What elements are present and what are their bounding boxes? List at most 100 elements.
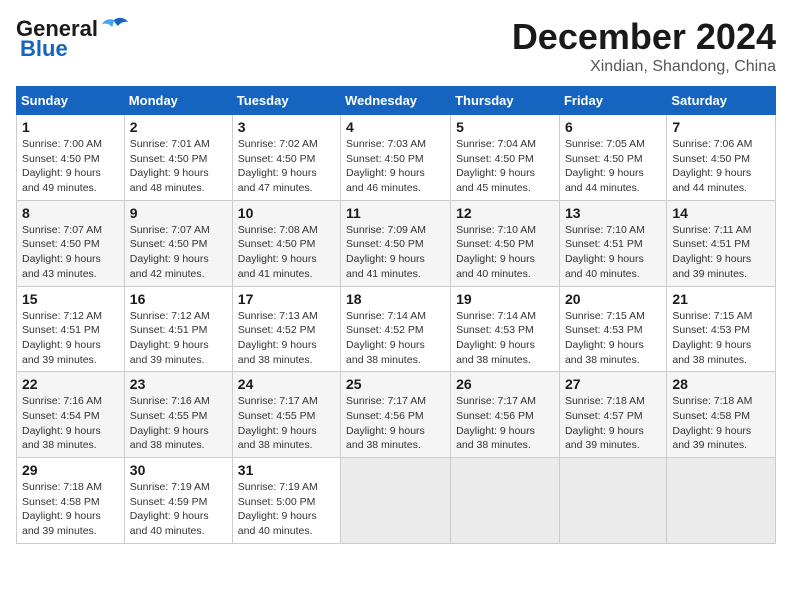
day-detail: Sunrise: 7:17 AMSunset: 4:56 PMDaylight:…	[346, 394, 445, 453]
day-number: 16	[130, 291, 227, 307]
calendar-cell	[559, 458, 666, 544]
calendar-cell: 7 Sunrise: 7:06 AMSunset: 4:50 PMDaylight…	[667, 115, 776, 201]
day-detail: Sunrise: 7:14 AMSunset: 4:52 PMDaylight:…	[346, 309, 445, 368]
day-number: 20	[565, 291, 661, 307]
calendar-cell: 9 Sunrise: 7:07 AMSunset: 4:50 PMDaylight…	[124, 200, 232, 286]
day-number: 27	[565, 376, 661, 392]
day-number: 8	[22, 205, 119, 221]
calendar-cell: 5 Sunrise: 7:04 AMSunset: 4:50 PMDaylight…	[451, 115, 560, 201]
day-number: 6	[565, 119, 661, 135]
calendar-cell: 3 Sunrise: 7:02 AMSunset: 4:50 PMDaylight…	[232, 115, 340, 201]
day-detail: Sunrise: 7:07 AMSunset: 4:50 PMDaylight:…	[130, 223, 227, 282]
logo-text-blue: Blue	[20, 36, 68, 62]
day-detail: Sunrise: 7:11 AMSunset: 4:51 PMDaylight:…	[672, 223, 770, 282]
weekday-header-sunday: Sunday	[17, 87, 125, 115]
calendar-cell: 24Sunrise: 7:17 AMSunset: 4:55 PMDayligh…	[232, 372, 340, 458]
calendar-cell: 31 Sunrise: 7:19 AMSunset: 5:00 PMDayligh…	[232, 458, 340, 544]
calendar-cell: 1 Sunrise: 7:00 AMSunset: 4:50 PMDaylight…	[17, 115, 125, 201]
calendar-cell: 11 Sunrise: 7:09 AMSunset: 4:50 PMDayligh…	[341, 200, 451, 286]
calendar-cell: 8 Sunrise: 7:07 AMSunset: 4:50 PMDaylight…	[17, 200, 125, 286]
calendar-cell	[451, 458, 560, 544]
calendar-cell: 18 Sunrise: 7:14 AMSunset: 4:52 PMDayligh…	[341, 286, 451, 372]
day-detail: Sunrise: 7:12 AMSunset: 4:51 PMDaylight:…	[130, 309, 227, 368]
calendar-cell: 21 Sunrise: 7:15 AMSunset: 4:53 PMDayligh…	[667, 286, 776, 372]
logo: General Blue	[16, 16, 128, 62]
day-number: 14	[672, 205, 770, 221]
day-number: 29	[22, 462, 119, 478]
weekday-header-monday: Monday	[124, 87, 232, 115]
day-number: 25	[346, 376, 445, 392]
day-detail: Sunrise: 7:07 AMSunset: 4:50 PMDaylight:…	[22, 223, 119, 282]
calendar-table: SundayMondayTuesdayWednesdayThursdayFrid…	[16, 86, 776, 544]
day-detail: Sunrise: 7:15 AMSunset: 4:53 PMDaylight:…	[672, 309, 770, 368]
day-number: 24	[238, 376, 335, 392]
day-number: 5	[456, 119, 554, 135]
day-number: 2	[130, 119, 227, 135]
calendar-cell: 6 Sunrise: 7:05 AMSunset: 4:50 PMDaylight…	[559, 115, 666, 201]
calendar-week-row: 8 Sunrise: 7:07 AMSunset: 4:50 PMDaylight…	[17, 200, 776, 286]
calendar-cell: 13 Sunrise: 7:10 AMSunset: 4:51 PMDayligh…	[559, 200, 666, 286]
day-detail: Sunrise: 7:10 AMSunset: 4:50 PMDaylight:…	[456, 223, 554, 282]
header: General Blue December 2024 Xindian, Shan…	[16, 16, 776, 76]
day-detail: Sunrise: 7:18 AMSunset: 4:58 PMDaylight:…	[22, 480, 119, 539]
day-detail: Sunrise: 7:08 AMSunset: 4:50 PMDaylight:…	[238, 223, 335, 282]
day-detail: Sunrise: 7:18 AMSunset: 4:57 PMDaylight:…	[565, 394, 661, 453]
calendar-cell	[667, 458, 776, 544]
day-number: 15	[22, 291, 119, 307]
day-number: 4	[346, 119, 445, 135]
day-number: 11	[346, 205, 445, 221]
day-detail: Sunrise: 7:06 AMSunset: 4:50 PMDaylight:…	[672, 137, 770, 196]
day-number: 13	[565, 205, 661, 221]
calendar-cell: 10Sunrise: 7:08 AMSunset: 4:50 PMDayligh…	[232, 200, 340, 286]
day-detail: Sunrise: 7:10 AMSunset: 4:51 PMDaylight:…	[565, 223, 661, 282]
day-number: 18	[346, 291, 445, 307]
calendar-cell	[341, 458, 451, 544]
day-detail: Sunrise: 7:12 AMSunset: 4:51 PMDaylight:…	[22, 309, 119, 368]
day-number: 31	[238, 462, 335, 478]
day-number: 21	[672, 291, 770, 307]
weekday-header-thursday: Thursday	[451, 87, 560, 115]
day-detail: Sunrise: 7:09 AMSunset: 4:50 PMDaylight:…	[346, 223, 445, 282]
calendar-week-row: 29 Sunrise: 7:18 AMSunset: 4:58 PMDayligh…	[17, 458, 776, 544]
day-number: 3	[238, 119, 335, 135]
calendar-week-row: 22Sunrise: 7:16 AMSunset: 4:54 PMDayligh…	[17, 372, 776, 458]
calendar-subtitle: Xindian, Shandong, China	[512, 58, 776, 76]
calendar-cell: 2 Sunrise: 7:01 AMSunset: 4:50 PMDaylight…	[124, 115, 232, 201]
day-detail: Sunrise: 7:05 AMSunset: 4:50 PMDaylight:…	[565, 137, 661, 196]
day-detail: Sunrise: 7:02 AMSunset: 4:50 PMDaylight:…	[238, 137, 335, 196]
calendar-cell: 16 Sunrise: 7:12 AMSunset: 4:51 PMDayligh…	[124, 286, 232, 372]
day-detail: Sunrise: 7:16 AMSunset: 4:54 PMDaylight:…	[22, 394, 119, 453]
day-detail: Sunrise: 7:04 AMSunset: 4:50 PMDaylight:…	[456, 137, 554, 196]
day-detail: Sunrise: 7:19 AMSunset: 5:00 PMDaylight:…	[238, 480, 335, 539]
day-detail: Sunrise: 7:14 AMSunset: 4:53 PMDaylight:…	[456, 309, 554, 368]
calendar-cell: 20 Sunrise: 7:15 AMSunset: 4:53 PMDayligh…	[559, 286, 666, 372]
day-number: 7	[672, 119, 770, 135]
weekday-header-wednesday: Wednesday	[341, 87, 451, 115]
calendar-week-row: 15 Sunrise: 7:12 AMSunset: 4:51 PMDayligh…	[17, 286, 776, 372]
calendar-cell: 25 Sunrise: 7:17 AMSunset: 4:56 PMDayligh…	[341, 372, 451, 458]
calendar-cell: 27 Sunrise: 7:18 AMSunset: 4:57 PMDayligh…	[559, 372, 666, 458]
weekday-header-tuesday: Tuesday	[232, 87, 340, 115]
day-number: 30	[130, 462, 227, 478]
calendar-cell: 28Sunrise: 7:18 AMSunset: 4:58 PMDayligh…	[667, 372, 776, 458]
day-detail: Sunrise: 7:00 AMSunset: 4:50 PMDaylight:…	[22, 137, 119, 196]
calendar-cell: 22Sunrise: 7:16 AMSunset: 4:54 PMDayligh…	[17, 372, 125, 458]
day-number: 9	[130, 205, 227, 221]
calendar-cell: 4Sunrise: 7:03 AMSunset: 4:50 PMDaylight…	[341, 115, 451, 201]
title-area: December 2024 Xindian, Shandong, China	[512, 16, 776, 76]
day-detail: Sunrise: 7:13 AMSunset: 4:52 PMDaylight:…	[238, 309, 335, 368]
calendar-cell: 12Sunrise: 7:10 AMSunset: 4:50 PMDayligh…	[451, 200, 560, 286]
calendar-cell: 19Sunrise: 7:14 AMSunset: 4:53 PMDayligh…	[451, 286, 560, 372]
calendar-cell: 15 Sunrise: 7:12 AMSunset: 4:51 PMDayligh…	[17, 286, 125, 372]
weekday-header-saturday: Saturday	[667, 87, 776, 115]
logo-bird-icon	[100, 16, 128, 38]
weekday-header-row: SundayMondayTuesdayWednesdayThursdayFrid…	[17, 87, 776, 115]
day-detail: Sunrise: 7:01 AMSunset: 4:50 PMDaylight:…	[130, 137, 227, 196]
day-detail: Sunrise: 7:16 AMSunset: 4:55 PMDaylight:…	[130, 394, 227, 453]
calendar-week-row: 1 Sunrise: 7:00 AMSunset: 4:50 PMDaylight…	[17, 115, 776, 201]
weekday-header-friday: Friday	[559, 87, 666, 115]
day-number: 1	[22, 119, 119, 135]
day-number: 28	[672, 376, 770, 392]
calendar-cell: 26Sunrise: 7:17 AMSunset: 4:56 PMDayligh…	[451, 372, 560, 458]
day-detail: Sunrise: 7:15 AMSunset: 4:53 PMDaylight:…	[565, 309, 661, 368]
